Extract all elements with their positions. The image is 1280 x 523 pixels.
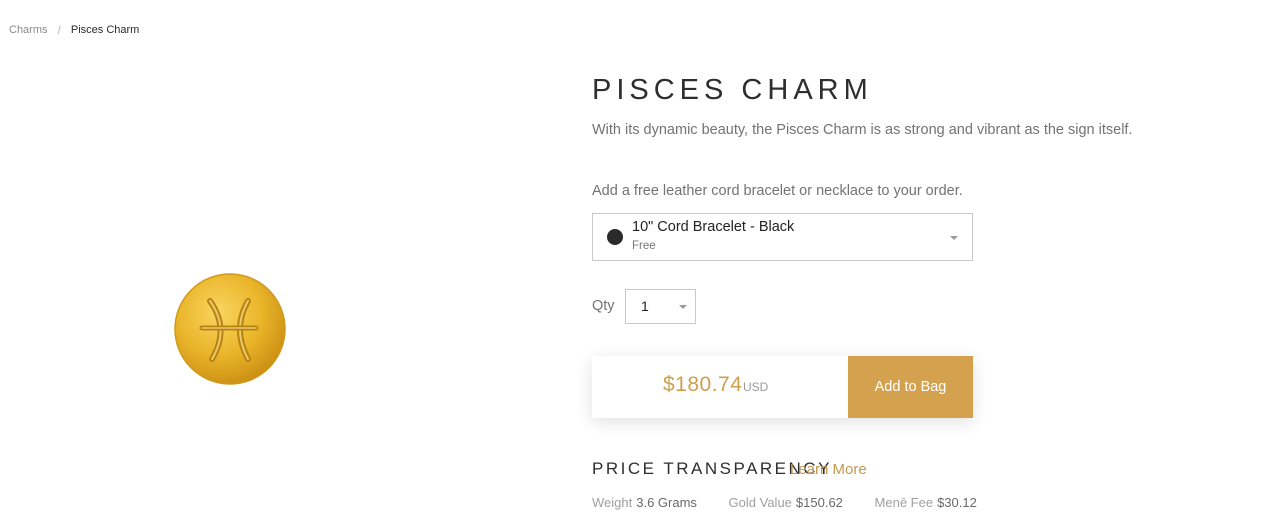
breadcrumb-link-charms[interactable]: Charms	[9, 24, 48, 36]
fee-label: Menē Fee	[874, 495, 934, 510]
cord-select[interactable]: 10" Cord Bracelet - Black Free	[592, 213, 973, 261]
currency-label: USD	[743, 380, 769, 394]
product-description: With its dynamic beauty, the Pisces Char…	[592, 122, 1133, 138]
qty-value: 1	[641, 298, 649, 314]
breadcrumb-current: Pisces Charm	[70, 24, 140, 36]
fee-value: $30.12	[937, 495, 977, 510]
cord-option-name: 10" Cord Bracelet - Black	[632, 219, 795, 235]
addon-label: Add a free leather cord bracelet or neck…	[592, 183, 963, 199]
purchase-box: $180.74 USD Add to Bag	[592, 356, 973, 418]
product-title: PISCES CHARM	[592, 74, 873, 106]
chevron-down-icon	[950, 236, 958, 240]
breadcrumb: Charms / Pisces Charm	[9, 23, 139, 37]
product-price: $180.74	[663, 373, 743, 396]
pisces-gold-charm-icon	[174, 273, 286, 385]
price-breakdown: Weight 3.6 Grams Gold Value $150.62 Menē F…	[592, 495, 977, 510]
chevron-down-icon	[679, 305, 687, 309]
qty-label: Qty	[592, 298, 615, 314]
cord-option-price: Free	[632, 240, 656, 252]
gold-value-label: Gold Value	[728, 495, 792, 510]
learn-more-link[interactable]: Learn More	[790, 461, 867, 478]
weight-label: Weight	[592, 495, 633, 510]
weight-value: 3.6 Grams	[636, 495, 697, 510]
gold-value: $150.62	[795, 495, 843, 510]
add-to-bag-button[interactable]: Add to Bag	[848, 356, 973, 418]
qty-select[interactable]: 1	[625, 289, 696, 324]
color-swatch	[607, 229, 623, 245]
breadcrumb-separator: /	[57, 23, 61, 37]
